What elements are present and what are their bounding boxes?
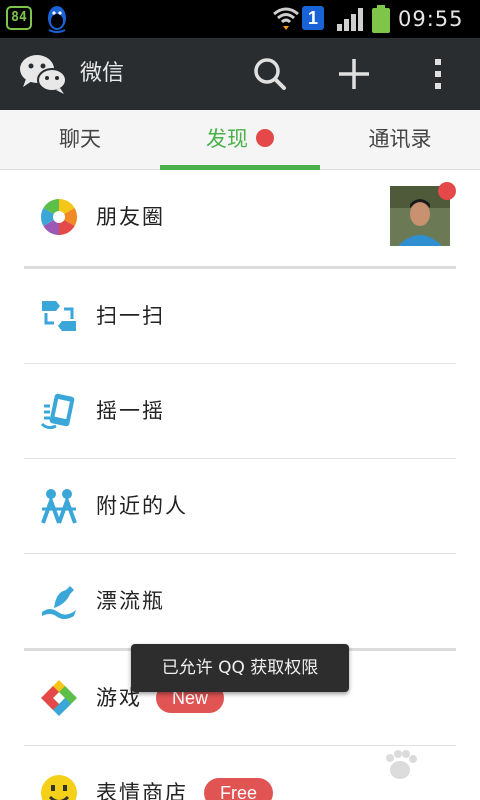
item-label: 摇一摇 (96, 399, 165, 423)
item-label: 漂流瓶 (96, 589, 165, 613)
tab-discover[interactable]: 发现 (160, 110, 320, 170)
list-item-scan[interactable]: 扫一扫 (0, 269, 480, 363)
item-label: 扫一扫 (96, 304, 165, 328)
item-label: 附近的人 (96, 494, 188, 518)
moments-aperture-icon (40, 199, 78, 235)
list-item-drift-bottle[interactable]: 漂流瓶 (0, 554, 480, 648)
tab-chats[interactable]: 聊天 (0, 110, 160, 170)
drift-bottle-icon (42, 586, 76, 619)
tab-label: 聊天 (59, 127, 101, 151)
list-item-shake[interactable]: 摇一摇 (0, 364, 480, 458)
wechat-logo-icon (20, 55, 67, 94)
baidu-paw-watermark-icon (386, 750, 417, 779)
battery-icon (372, 5, 390, 33)
unread-dot (256, 129, 274, 147)
qq-penguin-icon (48, 6, 66, 33)
status-bar: 84 1 09:55 (0, 0, 480, 38)
list-item-moments[interactable]: 朋友圈 (0, 170, 480, 264)
clock: 09:55 (398, 7, 464, 31)
plus-icon[interactable] (330, 50, 378, 98)
tab-label: 通讯录 (368, 127, 432, 151)
games-icon (41, 680, 77, 716)
more-vertical-icon[interactable] (414, 50, 462, 98)
search-icon[interactable] (246, 50, 294, 98)
tab-bar: 聊天 发现 通讯录 (0, 110, 480, 170)
app-title: 微信 (80, 61, 125, 86)
scan-icon (42, 301, 76, 331)
item-label: 朋友圈 (96, 205, 165, 229)
people-nearby-icon (41, 489, 77, 524)
list-item-people-nearby[interactable]: 附近的人 (0, 459, 480, 553)
wifi-icon (273, 7, 299, 30)
item-label: 表情商店 (96, 781, 188, 800)
sticker-smiley-icon (41, 775, 77, 800)
permission-toast: 已允许 QQ 获取权限 (131, 644, 349, 692)
signal-icon (337, 8, 363, 31)
sim-slot-indicator: 1 (302, 6, 324, 30)
moments-new-dot (438, 182, 456, 200)
app-header: 微信 (0, 38, 480, 110)
tab-label: 发现 (206, 127, 248, 151)
notification-count-badge: 84 (6, 6, 32, 30)
tab-contacts[interactable]: 通讯录 (320, 110, 480, 170)
shake-phone-icon (40, 393, 75, 430)
free-badge: Free (204, 778, 274, 800)
